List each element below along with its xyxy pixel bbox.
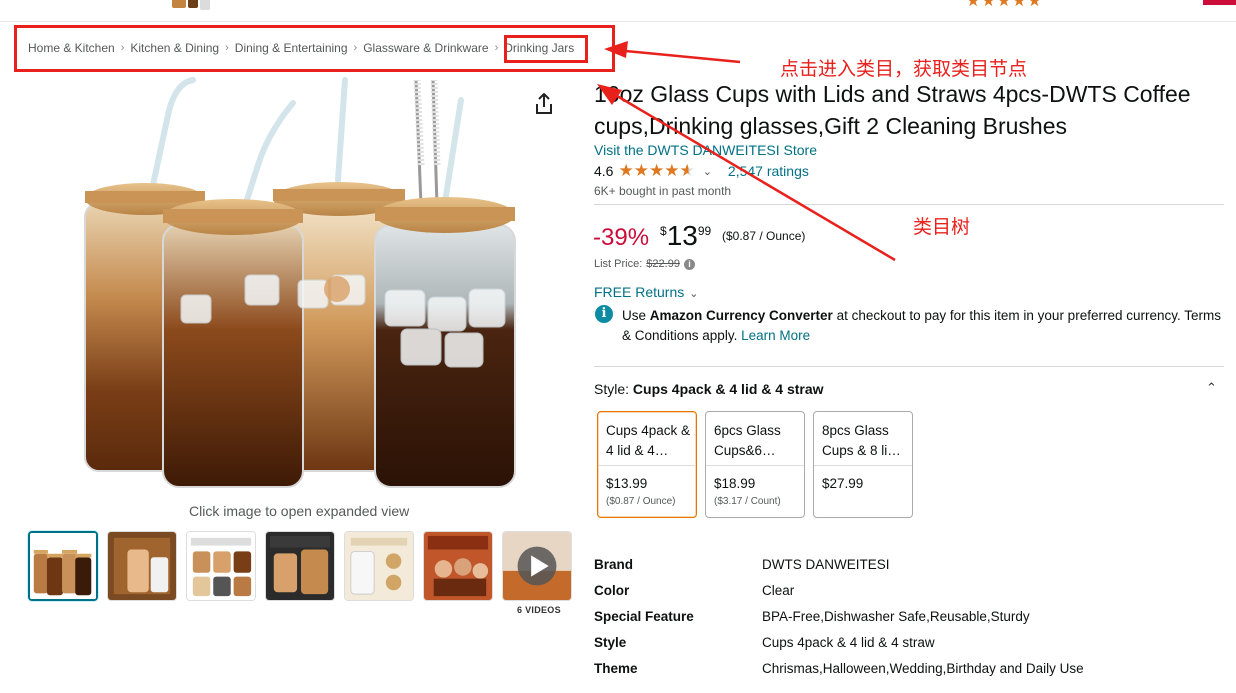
video-thumbnail[interactable]: [502, 531, 572, 601]
annotation-leaf-category-box: [504, 35, 588, 63]
style-selected-value: Cups 4pack & 4 lid & 4 straw: [632, 381, 824, 397]
style-option-name: Cups 4pack & 4 lid & 4…: [606, 423, 691, 458]
thumbnail-3-image: [187, 532, 255, 600]
thumbnail-1[interactable]: [28, 531, 98, 601]
annotation-note-2: 类目树: [913, 216, 971, 238]
annotation-note-1: 点击进入类目，获取类目节点: [780, 58, 1028, 80]
unit-price: ($0.87 / Ounce): [722, 229, 806, 243]
free-returns-link[interactable]: FREE Returns ⌄: [594, 284, 698, 300]
annotation-arrow-1: [614, 48, 741, 64]
videos-count-label: 6 VIDEOS: [517, 605, 561, 615]
price: $ 13 99: [660, 220, 711, 252]
divider: [706, 465, 804, 466]
spec-key: Special Feature: [594, 609, 694, 624]
spec-value: BPA-Free,Dishwasher Safe,Reusable,Sturdy: [762, 609, 1030, 624]
thumbnail-1-image: [30, 533, 96, 599]
price-fraction: 99: [697, 224, 712, 238]
thumbnail-5[interactable]: [344, 531, 414, 601]
currency-converter-notice: Use Amazon Currency Converter at checkou…: [622, 306, 1222, 346]
rating-value: 4.6: [594, 163, 614, 179]
style-option-1[interactable]: Cups 4pack & 4 lid & 4… $13.99 ($0.87 / …: [597, 411, 697, 518]
divider: [594, 204, 1224, 205]
thumbnail-5-image: [345, 532, 413, 600]
play-icon: [503, 532, 571, 600]
info-icon[interactable]: i: [683, 258, 695, 270]
chevron-up-icon[interactable]: ⌃: [1206, 380, 1217, 396]
header-stars-icon: ★★★★★: [966, 0, 1043, 10]
store-link[interactable]: Visit the DWTS DANWEITESI Store: [594, 142, 817, 158]
list-price: List Price: $22.99 i: [594, 258, 695, 270]
product-title: 16oz Glass Cups with Lids and Straws 4pc…: [594, 81, 1191, 139]
image-caption: Click image to open expanded view: [189, 503, 410, 519]
style-label-prefix: Style:: [594, 381, 633, 397]
divider: [594, 366, 1224, 367]
notice-prefix: Use: [622, 308, 650, 323]
star-rating-icon[interactable]: ★★★★★: [618, 161, 694, 181]
spec-key: Style: [594, 635, 627, 650]
style-option-unit-price: ($3.17 / Count): [714, 496, 781, 507]
chevron-down-icon: ⌄: [689, 288, 699, 300]
spec-value: Clear: [762, 583, 795, 598]
thumbnail-2[interactable]: [107, 531, 177, 601]
style-label: Style: Cups 4pack & 4 lid & 4 straw: [594, 381, 824, 397]
thumbnail-6-image: [424, 532, 492, 600]
cart-product-thumbnail: [172, 0, 210, 10]
divider: [598, 465, 696, 466]
style-option-3[interactable]: 8pcs Glass Cups & 8 li… $27.99: [813, 411, 913, 518]
bought-in-past-month: 6K+ bought in past month: [594, 184, 732, 198]
notice-bold: Amazon Currency Converter: [649, 308, 833, 323]
price-whole: 13: [666, 220, 698, 251]
thumbnail-4[interactable]: [265, 531, 335, 601]
style-option-name: 6pcs Glass Cups&6…: [714, 423, 781, 458]
discount-percent: -39%: [593, 224, 650, 251]
spec-value: DWTS DANWEITESI: [762, 557, 890, 572]
spec-key: Color: [594, 583, 630, 598]
chevron-down-icon[interactable]: ⌄: [703, 165, 712, 178]
top-strip: ★★★★★: [0, 0, 1236, 22]
thumbnail-3[interactable]: [186, 531, 256, 601]
style-option-price: $27.99: [822, 476, 864, 491]
thumbnail-4-image: [266, 532, 334, 600]
style-option-unit-price: ($0.87 / Ounce): [606, 496, 676, 507]
header-red-button[interactable]: [1203, 0, 1236, 5]
spec-key: Brand: [594, 557, 634, 572]
spec-value: Chrismas,Halloween,Wedding,Birthday and …: [762, 661, 1084, 676]
learn-more-link[interactable]: Learn More: [741, 328, 810, 343]
share-icon[interactable]: [533, 92, 555, 116]
style-option-price: $13.99: [606, 476, 648, 491]
info-icon: i: [595, 305, 613, 323]
divider: [814, 465, 912, 466]
spec-key: Theme: [594, 661, 638, 676]
list-price-label: List Price:: [594, 258, 643, 270]
free-returns-label: FREE Returns: [594, 284, 685, 300]
list-price-value: $22.99: [646, 258, 680, 270]
main-product-image[interactable]: [83, 75, 518, 493]
thumbnail-2-image: [108, 532, 176, 600]
style-option-2[interactable]: 6pcs Glass Cups&6… $18.99 ($3.17 / Count…: [705, 411, 805, 518]
thumbnail-6[interactable]: [423, 531, 493, 601]
price-currency-symbol: $: [660, 224, 667, 238]
style-option-name: 8pcs Glass Cups & 8 li…: [822, 423, 901, 458]
style-option-price: $18.99: [714, 476, 756, 491]
rating-row: 4.6 ★★★★★ ⌄ 2,547 ratings: [594, 161, 809, 181]
ratings-count-link[interactable]: 2,547 ratings: [728, 163, 809, 179]
spec-value: Cups 4pack & 4 lid & 4 straw: [762, 635, 935, 650]
